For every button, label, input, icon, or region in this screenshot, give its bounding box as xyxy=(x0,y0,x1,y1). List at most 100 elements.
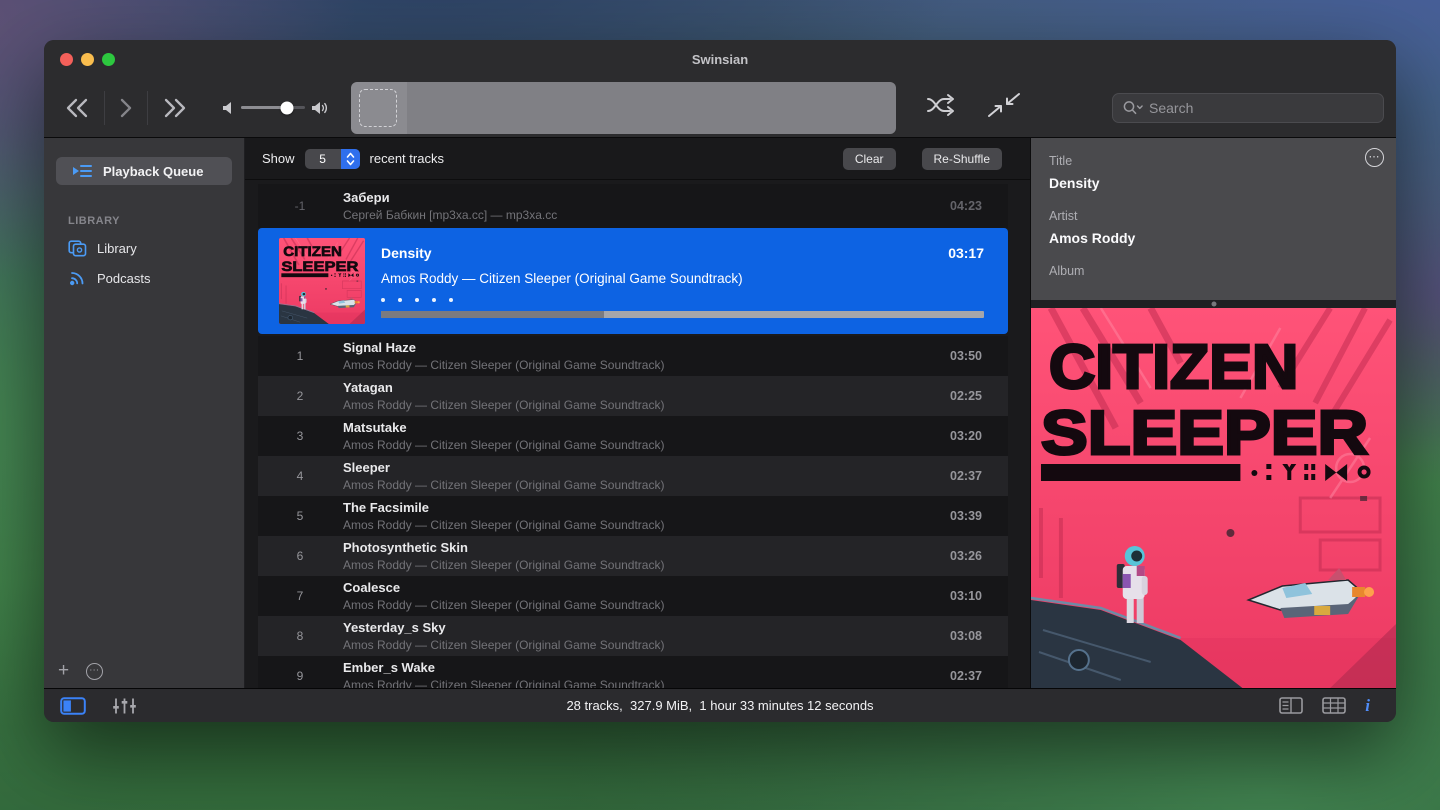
track-progress-bar[interactable] xyxy=(381,311,984,318)
track-count-value: 5 xyxy=(305,149,341,169)
clear-button[interactable]: Clear xyxy=(843,148,896,170)
queue-row[interactable]: 7 Coalesce Amos Roddy — Citizen Sleeper (O… xyxy=(258,576,1008,616)
rating-dot xyxy=(381,298,385,302)
library-icon xyxy=(68,240,87,257)
shuffle-button[interactable] xyxy=(926,93,956,122)
queue-row[interactable]: 6Photosynthetic SkinAmos Roddy — Citizen… xyxy=(258,536,1008,576)
sidebar-item-label: Library xyxy=(97,241,137,256)
queue-row[interactable]: 4SleeperAmos Roddy — Citizen Sleeper (Or… xyxy=(258,456,1008,496)
show-label: Show xyxy=(262,151,295,166)
play-icon xyxy=(119,98,133,118)
reshuffle-button[interactable]: Re-Shuffle xyxy=(922,148,1002,170)
status-bar-left xyxy=(60,697,137,715)
volume-max-icon xyxy=(312,101,329,115)
add-playlist-button[interactable]: + xyxy=(58,662,69,680)
track-time: 03:39 xyxy=(950,509,1008,523)
sidebar-item-library[interactable]: Library xyxy=(44,240,244,257)
sidebar-toggle-button[interactable] xyxy=(60,697,86,715)
play-button[interactable] xyxy=(119,98,133,118)
minimize-button[interactable] xyxy=(81,53,94,66)
toolbar-separator xyxy=(147,91,148,125)
previous-track-button[interactable] xyxy=(64,98,90,118)
queue-row[interactable]: 1Signal HazeAmos Roddy — Citizen Sleeper… xyxy=(258,336,1008,376)
info-more-button[interactable]: ⋯ xyxy=(1365,148,1384,167)
artist-value: Amos Roddy xyxy=(1049,230,1378,246)
queue-row[interactable]: 5The FacsimileAmos Roddy — Citizen Sleep… xyxy=(258,496,1008,536)
library-summary: 28 tracks, 327.9 MiB, 1 hour 33 minutes … xyxy=(44,698,1396,713)
queue-row[interactable]: 2 Yatagan Amos Roddy — Citizen Sleeper (Or… xyxy=(258,376,1008,416)
track-title: Yatagan xyxy=(343,380,950,396)
rating-dot xyxy=(415,298,419,302)
now-playing-display xyxy=(351,82,896,134)
sidebar-more-button[interactable]: ⋯ xyxy=(86,663,103,680)
title-value: Density xyxy=(1049,175,1378,191)
queue-row[interactable]: -1 Забери Сергей Бабкин [mp3xa.cc] — mp3xa… xyxy=(258,184,1008,228)
stepper-arrows-icon[interactable] xyxy=(341,149,360,169)
queue-list: -1 Забери Сергей Бабкин [mp3xa.cc] — mp3xa… xyxy=(245,180,1030,688)
search-icon xyxy=(1122,99,1144,116)
track-title: Забери xyxy=(343,190,950,206)
track-time: 03:26 xyxy=(950,549,1008,563)
search-input[interactable] xyxy=(1149,100,1374,116)
sidebar-footer: + ⋯ xyxy=(58,662,103,680)
sidebar-item-label: Playback Queue xyxy=(103,164,203,179)
playback-queue-icon xyxy=(72,163,92,179)
shuffle-icon xyxy=(926,93,956,117)
transport-controls xyxy=(64,91,188,125)
zoom-button[interactable] xyxy=(102,53,115,66)
rating-dots[interactable] xyxy=(381,298,984,302)
title-bar[interactable]: Swinsian xyxy=(44,40,1396,78)
track-subtitle: Amos Roddy — Citizen Sleeper (Original G… xyxy=(343,398,950,413)
album-art-thumbnail: CITIZEN SLEEPER xyxy=(279,238,365,324)
columns-view-button[interactable] xyxy=(1279,697,1303,714)
queue-row[interactable]: 8Yesterday_s SkyAmos Roddy — Citizen Sle… xyxy=(258,616,1008,656)
track-subtitle: Amos Roddy — Citizen Sleeper (Original G… xyxy=(343,358,950,373)
track-time: 03:08 xyxy=(950,629,1008,643)
rating-dot xyxy=(449,298,453,302)
sidebar-item-podcasts[interactable]: Podcasts xyxy=(44,270,244,287)
track-number: 6 xyxy=(268,549,332,563)
queue-row[interactable]: 9Ember_s WakeAmos Roddy — Citizen Sleepe… xyxy=(258,656,1008,688)
title-label: Title xyxy=(1049,154,1378,168)
queue-panel: Show 5 recent tracks Clear Re-Shuffle -1… xyxy=(245,138,1030,688)
track-title: Coalesce xyxy=(343,580,950,596)
search-field[interactable] xyxy=(1112,93,1384,123)
artwork-placeholder-icon xyxy=(359,89,397,127)
svg-text:CITIZEN: CITIZEN xyxy=(283,244,342,260)
track-number: 7 xyxy=(268,589,332,603)
grid-view-button[interactable] xyxy=(1322,697,1346,714)
previous-icon xyxy=(64,98,90,118)
collapse-window-button[interactable] xyxy=(986,92,1022,123)
equalizer-button[interactable] xyxy=(112,697,137,715)
track-number: 2 xyxy=(268,389,332,403)
track-number: 4 xyxy=(268,469,332,483)
sidebar: Playback Queue LIBRARY Library Podcasts xyxy=(44,138,245,688)
now-playing-time: 03:17 xyxy=(948,245,984,261)
queue-rows-after: 1Signal HazeAmos Roddy — Citizen Sleeper… xyxy=(258,336,1008,688)
close-button[interactable] xyxy=(60,53,73,66)
track-title: Signal Haze xyxy=(343,340,950,356)
now-playing-subtitle: Amos Roddy — Citizen Sleeper (Original G… xyxy=(381,271,984,286)
track-number: 5 xyxy=(268,509,332,523)
volume-slider[interactable] xyxy=(241,106,305,109)
sidebar-item-playback-queue[interactable]: Playback Queue xyxy=(56,157,232,185)
panel-splitter-handle[interactable] xyxy=(1031,300,1396,308)
next-track-button[interactable] xyxy=(162,98,188,118)
track-count-stepper[interactable]: 5 xyxy=(305,149,360,169)
svg-text:CITIZEN: CITIZEN xyxy=(1049,333,1298,402)
queue-rows-before: -1 Забери Сергей Бабкин [mp3xa.cc] — mp3xa… xyxy=(258,184,1008,228)
queue-row[interactable]: 3MatsutakeAmos Roddy — Citizen Sleeper (… xyxy=(258,416,1008,456)
volume-knob[interactable] xyxy=(281,101,294,114)
info-button[interactable]: i xyxy=(1365,696,1370,716)
track-number: 9 xyxy=(268,669,332,683)
track-subtitle: Сергей Бабкин [mp3xa.cc] — mp3xa.cc xyxy=(343,208,950,223)
window-title: Swinsian xyxy=(44,40,1396,80)
track-number: -1 xyxy=(268,199,332,213)
status-bar: 28 tracks, 327.9 MiB, 1 hour 33 minutes … xyxy=(44,688,1396,722)
queue-header: Show 5 recent tracks Clear Re-Shuffle xyxy=(245,138,1030,180)
now-playing-row[interactable]: CITIZEN SLEEPER xyxy=(258,228,1008,334)
track-subtitle: Amos Roddy — Citizen Sleeper (Original G… xyxy=(343,598,950,613)
track-time: 04:23 xyxy=(950,199,1008,213)
library-section-header: LIBRARY xyxy=(68,215,244,227)
track-subtitle: Amos Roddy — Citizen Sleeper (Original G… xyxy=(343,678,950,689)
